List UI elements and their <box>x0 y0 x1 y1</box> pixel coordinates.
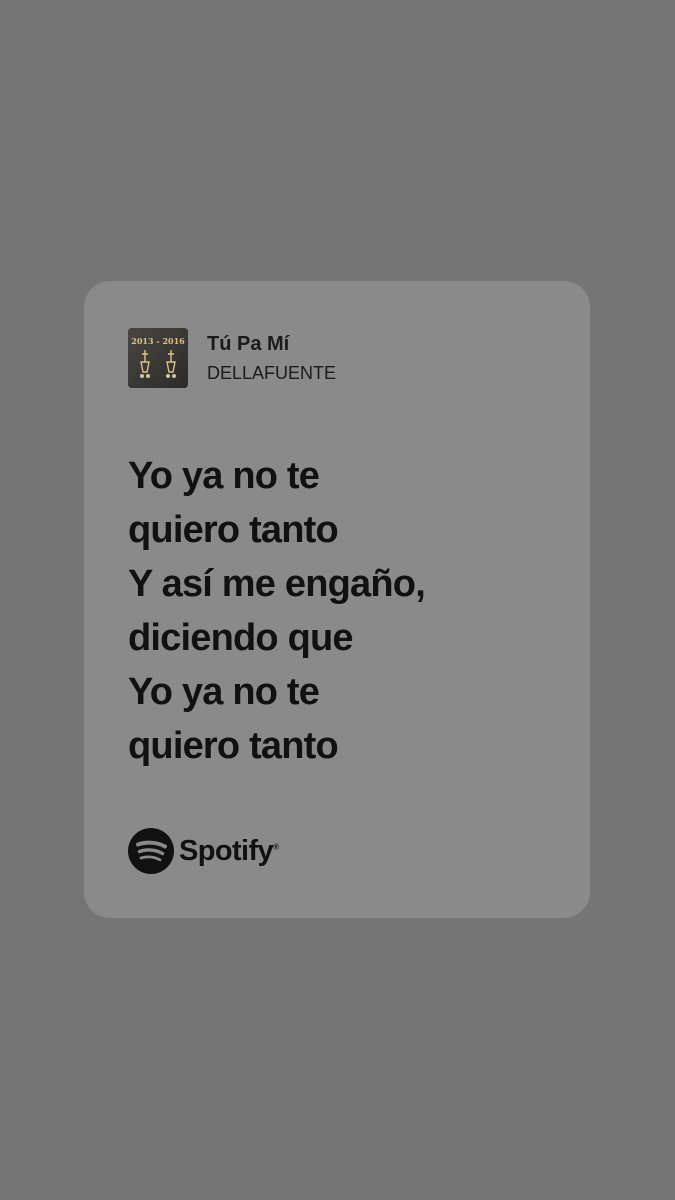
album-art: 2013 - 2016 <box>128 328 188 388</box>
brand-name: Spotify® <box>179 834 279 867</box>
lyric-line: Yo ya no te <box>128 455 320 497</box>
album-art-text: 2013 - 2016 <box>131 336 185 346</box>
track-artist: DELLAFUENTE <box>207 363 337 383</box>
trademark-symbol: ® <box>273 841 279 851</box>
album-cover-image: 2013 - 2016 <box>128 328 188 388</box>
track-info: Tú Pa Mí DELLAFUENTE <box>207 332 336 384</box>
track-title: Tú Pa Mí <box>207 333 290 355</box>
lyric-line: quiero tanto <box>128 509 339 551</box>
lyric-line: quiero tanto <box>128 725 339 767</box>
spotify-logo-icon <box>128 828 174 874</box>
lyric-line: Y así me engaño, <box>128 563 426 605</box>
lyric-line: Yo ya no te <box>128 671 320 713</box>
lyric-line: diciendo que <box>128 617 354 659</box>
track-header[interactable]: 2013 - 2016 Tú Pa Mí DELLAFUENTE <box>128 328 336 388</box>
lyrics-block: Yo ya no te quiero tanto Y así me engaño… <box>128 449 558 773</box>
spotify-brand[interactable]: Spotify® <box>128 828 279 874</box>
lyrics-share-card: 2013 - 2016 Tú Pa Mí DELLAFUENTE Yo ya n… <box>84 281 590 918</box>
